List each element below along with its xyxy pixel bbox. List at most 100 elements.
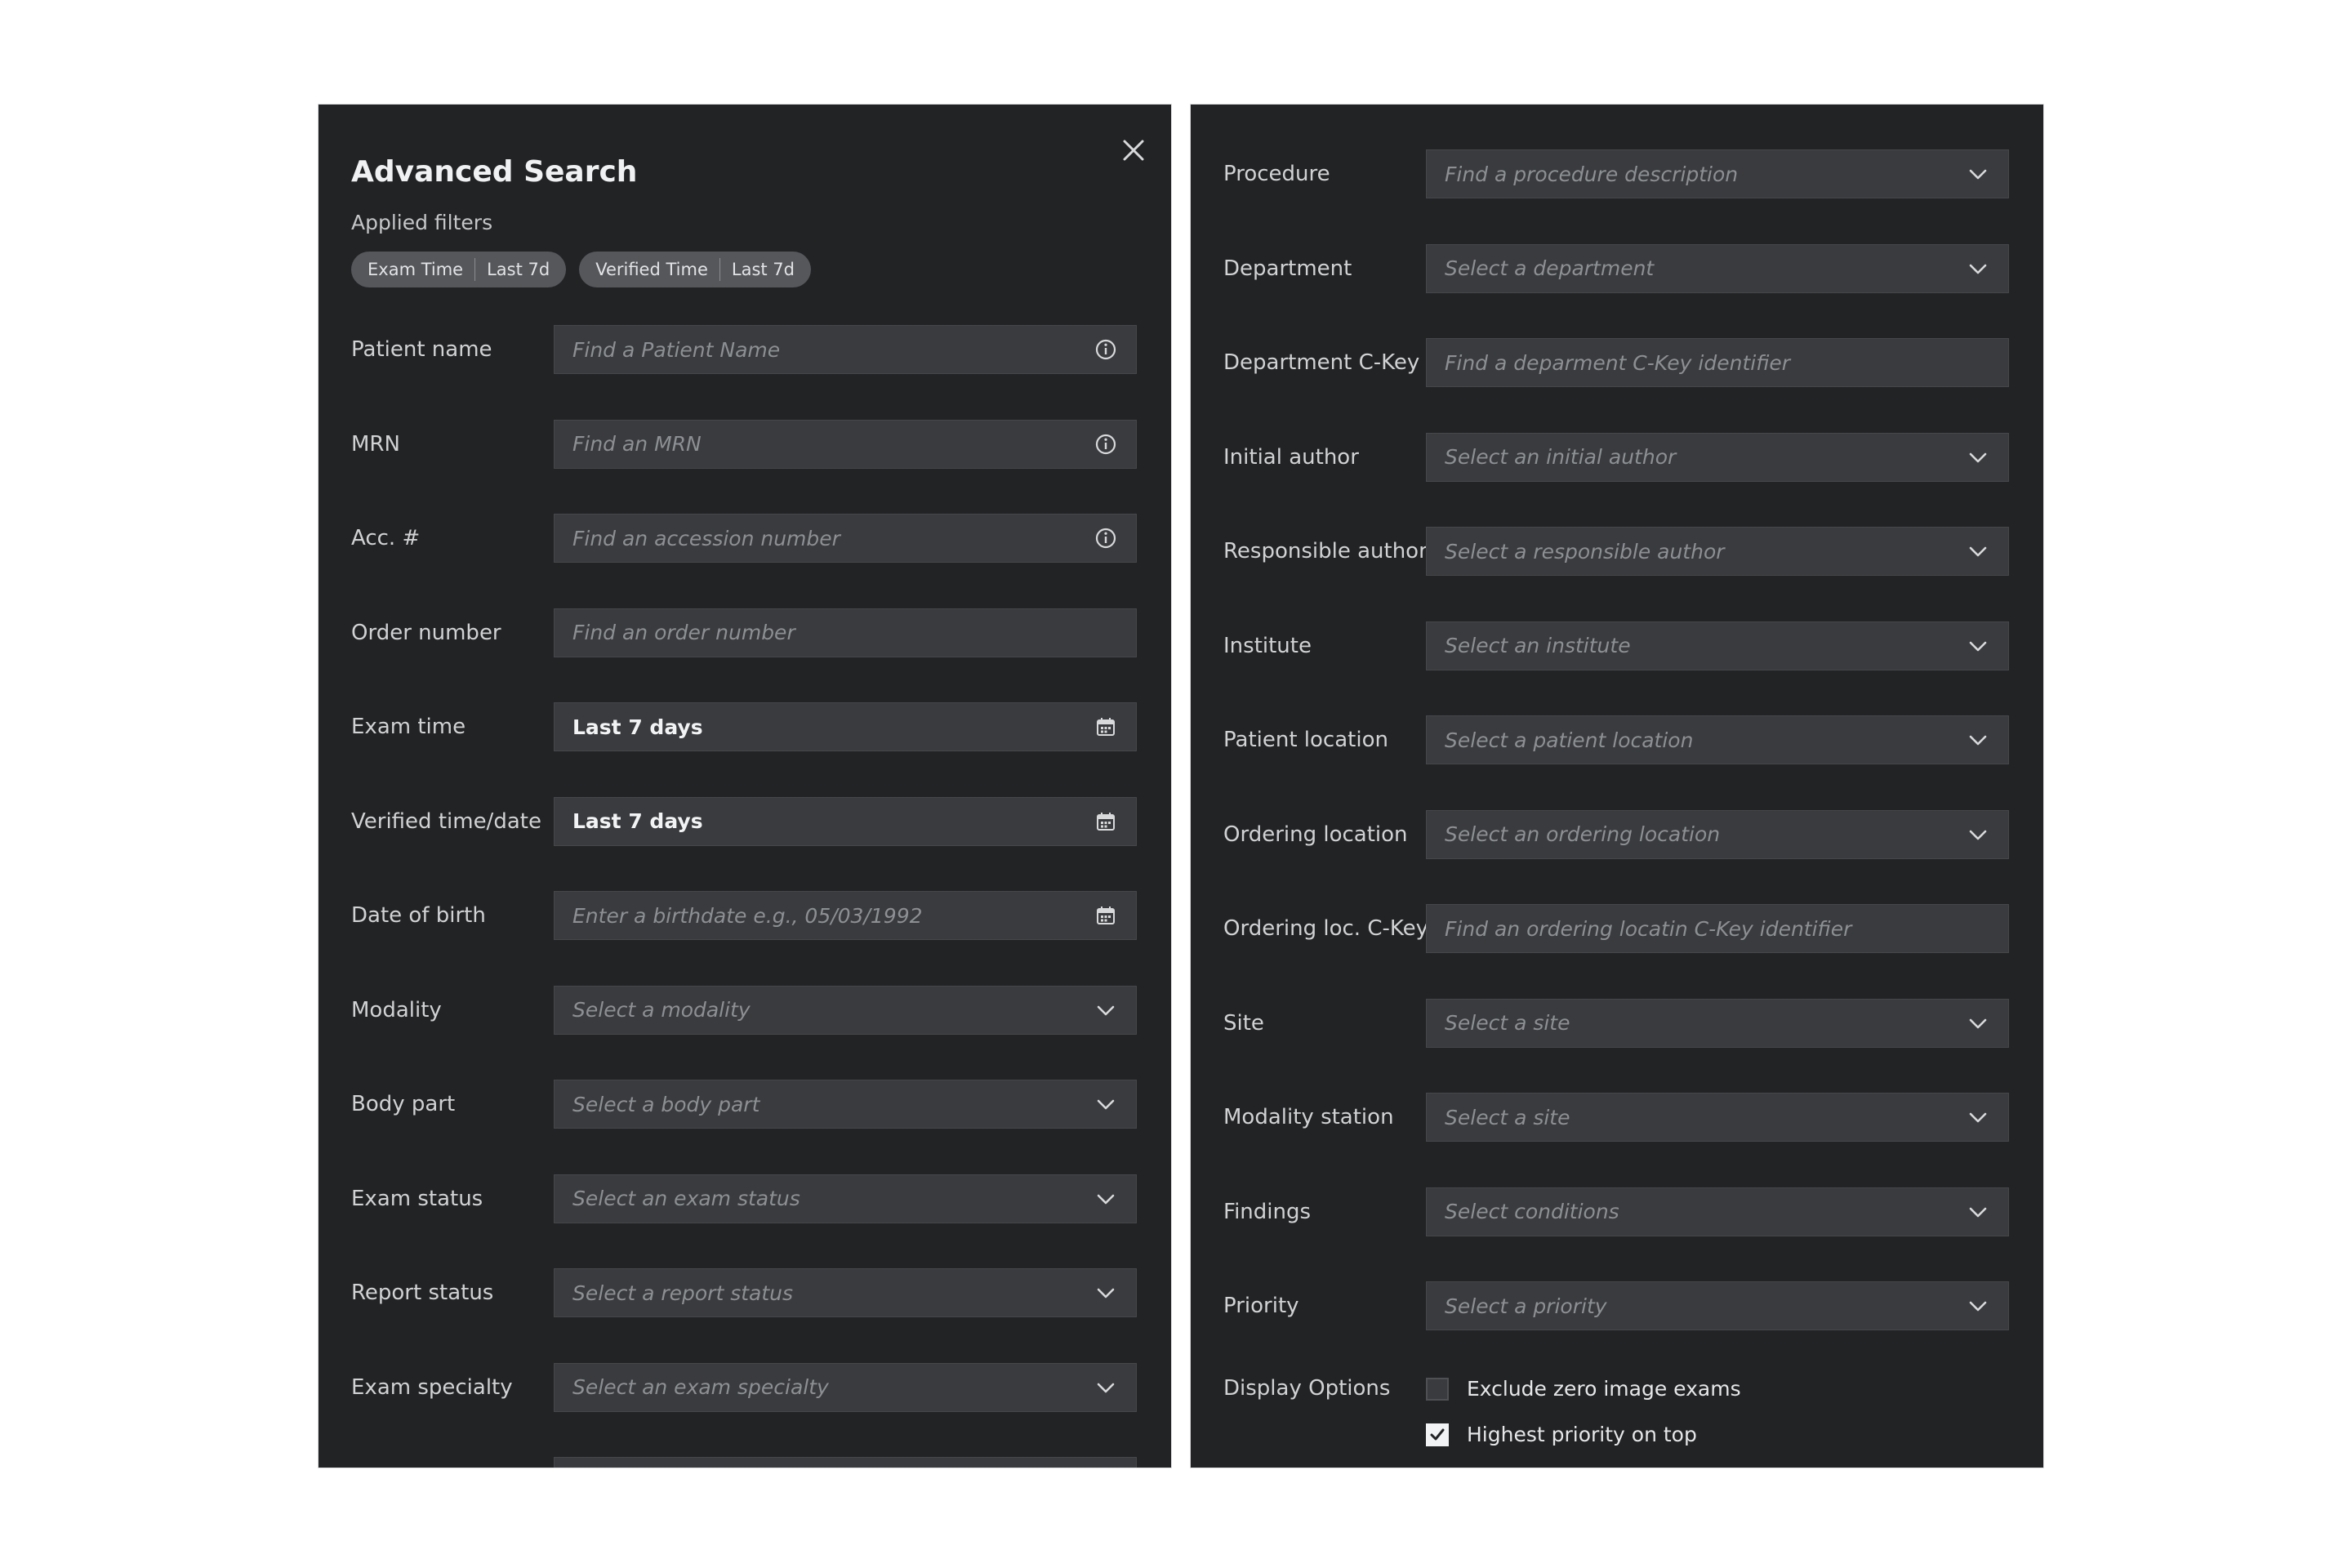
field-placeholder: Find a deparment C-Key identifier bbox=[1445, 350, 1790, 375]
procedure-dropdown[interactable]: Find a procedure description bbox=[1426, 149, 2009, 198]
field-row-acc: Acc. # Find an accession number bbox=[318, 514, 1171, 563]
field-label-exam-specialty: Exam specialty bbox=[351, 1374, 513, 1400]
chevron-down-icon bbox=[1966, 445, 1990, 470]
field-placeholder: Find an accession number bbox=[572, 526, 840, 550]
exam-status-dropdown[interactable]: Select an exam status bbox=[554, 1174, 1137, 1223]
field-label-department-c-key: Department C-Key bbox=[1223, 350, 1420, 375]
advanced-search-panel-continued: Procedure Find a procedure description Dep… bbox=[1191, 105, 2043, 1468]
exam-specialty-dropdown[interactable]: Select an exam specialty bbox=[554, 1362, 1137, 1412]
field-label-acc: Acc. # bbox=[351, 526, 421, 550]
field-placeholder: Find an order number bbox=[572, 621, 795, 644]
field-label-site: Site bbox=[1223, 1010, 1264, 1036]
field-row-body-part: Body part Select a body part bbox=[318, 1080, 1171, 1129]
field-row-exam-specialty: Exam specialty Select an exam specialty bbox=[318, 1362, 1171, 1412]
acc-input[interactable]: Find an accession number bbox=[554, 514, 1137, 563]
field-value: Last 7 days bbox=[572, 809, 703, 833]
field-row-verified-time-date: Verified time/date Last 7 days bbox=[318, 796, 1171, 846]
department-c-key-input[interactable]: Find a deparment C-Key identifier bbox=[1426, 338, 2009, 387]
field-placeholder: Select an exam status bbox=[572, 1187, 800, 1210]
field-label-responsible-author: Responsible author bbox=[1223, 539, 1428, 564]
filter-chip-exam-time[interactable]: Exam Time Last 7d bbox=[351, 252, 567, 287]
field-row-order-number: Order number Find an order number bbox=[318, 608, 1171, 657]
field-label-ordering-loc-c-key: Ordering loc. C-Key bbox=[1223, 916, 1428, 941]
option-highest-priority-on-top[interactable]: Highest priority on top bbox=[1426, 1423, 1697, 1446]
field-label-department: Department bbox=[1223, 256, 1352, 281]
findings-dropdown[interactable]: Select conditions bbox=[1426, 1187, 2009, 1236]
field-label-procedure: Procedure bbox=[1223, 162, 1330, 186]
ordering-location-dropdown[interactable]: Select an ordering location bbox=[1426, 809, 2009, 859]
chevron-down-icon bbox=[1966, 539, 1990, 564]
info-icon[interactable] bbox=[1094, 432, 1118, 457]
field-label-exam-time: Exam time bbox=[351, 715, 466, 739]
exam-time-date-field[interactable]: Last 7 days bbox=[554, 702, 1137, 751]
chevron-down-icon bbox=[1966, 1011, 1990, 1036]
chip-divider bbox=[719, 258, 720, 281]
chevron-down-icon bbox=[1966, 162, 1990, 186]
field-label-patient-location: Patient location bbox=[1223, 728, 1388, 752]
field-placeholder: Select a body part bbox=[572, 1092, 760, 1116]
field-row-report-status: Report status Select a report status bbox=[318, 1268, 1171, 1317]
calendar-icon bbox=[1094, 903, 1118, 928]
field-label-modality: Modality bbox=[351, 997, 442, 1022]
field-placeholder: Select a patient location bbox=[1445, 728, 1694, 752]
field-row-institute: Institute Select an institute bbox=[1191, 621, 2043, 670]
field-label-patient-name: Patient name bbox=[351, 337, 492, 362]
field-placeholder: Find a procedure description bbox=[1445, 162, 1739, 186]
order-number-input[interactable]: Find an order number bbox=[554, 608, 1137, 657]
advanced-search-panel: Advanced Search Applied filters Exam Tim… bbox=[318, 105, 1171, 1468]
partially-visible-field[interactable] bbox=[554, 1457, 1137, 1468]
field-label-findings: Findings bbox=[1223, 1199, 1312, 1224]
priority-dropdown[interactable]: Select a priority bbox=[1426, 1281, 2009, 1330]
modality-dropdown[interactable]: Select a modality bbox=[554, 985, 1137, 1035]
close-button[interactable] bbox=[1114, 131, 1153, 170]
chevron-down-icon bbox=[1094, 1281, 1118, 1305]
field-row-initial-author: Initial author Select an initial author bbox=[1191, 432, 2043, 482]
field-row-mrn: MRN Find an MRN bbox=[318, 419, 1171, 469]
field-placeholder: Select a site bbox=[1445, 1105, 1570, 1129]
field-placeholder: Select a priority bbox=[1445, 1294, 1607, 1318]
field-placeholder: Select an exam specialty bbox=[572, 1375, 829, 1399]
body-part-dropdown[interactable]: Select a body part bbox=[554, 1080, 1137, 1129]
field-placeholder: Find a Patient Name bbox=[572, 337, 781, 362]
chip-value: Last 7d bbox=[487, 260, 550, 279]
info-icon[interactable] bbox=[1094, 337, 1118, 362]
field-row-department-c-key: Department C-Key Find a deparment C-Key i… bbox=[1191, 338, 2043, 387]
initial-author-dropdown[interactable]: Select an initial author bbox=[1426, 432, 2009, 482]
checkbox-exclude-zero-image-exams[interactable] bbox=[1426, 1377, 1449, 1401]
chevron-down-icon bbox=[1966, 1294, 1990, 1318]
mrn-input[interactable]: Find an MRN bbox=[554, 419, 1137, 469]
field-value: Last 7 days bbox=[572, 715, 703, 739]
date-of-birth-date-field[interactable]: Enter a birthdate e.g., 05/03/1992 bbox=[554, 891, 1137, 940]
ordering-loc-c-key-input[interactable]: Find an ordering locatin C-Key identifie… bbox=[1426, 904, 2009, 953]
chevron-down-icon bbox=[1966, 728, 1990, 752]
option-exclude-zero-image-exams[interactable]: Exclude zero image exams bbox=[1426, 1377, 1741, 1401]
chevron-down-icon bbox=[1094, 1375, 1118, 1400]
field-label-report-status: Report status bbox=[351, 1281, 494, 1305]
checkbox-highest-priority-on-top[interactable] bbox=[1426, 1423, 1449, 1446]
chevron-down-icon bbox=[1094, 1187, 1118, 1211]
field-row-ordering-loc-c-key: Ordering loc. C-Key Find an ordering loca… bbox=[1191, 904, 2043, 953]
field-label-modality-station: Modality station bbox=[1223, 1105, 1394, 1129]
modality-station-dropdown[interactable]: Select a site bbox=[1426, 1093, 2009, 1142]
field-row-site: Site Select a site bbox=[1191, 998, 2043, 1048]
field-placeholder: Select an institute bbox=[1445, 634, 1631, 657]
info-icon[interactable] bbox=[1094, 526, 1118, 550]
patient-location-dropdown[interactable]: Select a patient location bbox=[1426, 715, 2009, 764]
verified-time-date-date-field[interactable]: Last 7 days bbox=[554, 796, 1137, 846]
field-placeholder: Find an ordering locatin C-Key identifie… bbox=[1445, 916, 1852, 941]
institute-dropdown[interactable]: Select an institute bbox=[1426, 621, 2009, 670]
report-status-dropdown[interactable]: Select a report status bbox=[554, 1268, 1137, 1317]
filter-chip-verified-time[interactable]: Verified Time Last 7d bbox=[579, 252, 811, 287]
chevron-down-icon bbox=[1094, 1092, 1118, 1116]
field-row-procedure: Procedure Find a procedure description bbox=[1191, 149, 2043, 198]
chip-name: Exam Time bbox=[368, 260, 464, 279]
field-placeholder: Select a report status bbox=[572, 1281, 794, 1305]
patient-name-input[interactable]: Find a Patient Name bbox=[554, 325, 1137, 374]
responsible-author-dropdown[interactable]: Select a responsible author bbox=[1426, 527, 2009, 576]
field-label-date-of-birth: Date of birth bbox=[351, 903, 486, 928]
field-row-priority: Priority Select a priority bbox=[1191, 1281, 2043, 1330]
department-dropdown[interactable]: Select a department bbox=[1426, 243, 2009, 293]
field-placeholder: Find an MRN bbox=[572, 432, 702, 456]
site-dropdown[interactable]: Select a site bbox=[1426, 998, 2009, 1048]
field-row-date-of-birth: Date of birth Enter a birthdate e.g., 05/… bbox=[318, 891, 1171, 940]
